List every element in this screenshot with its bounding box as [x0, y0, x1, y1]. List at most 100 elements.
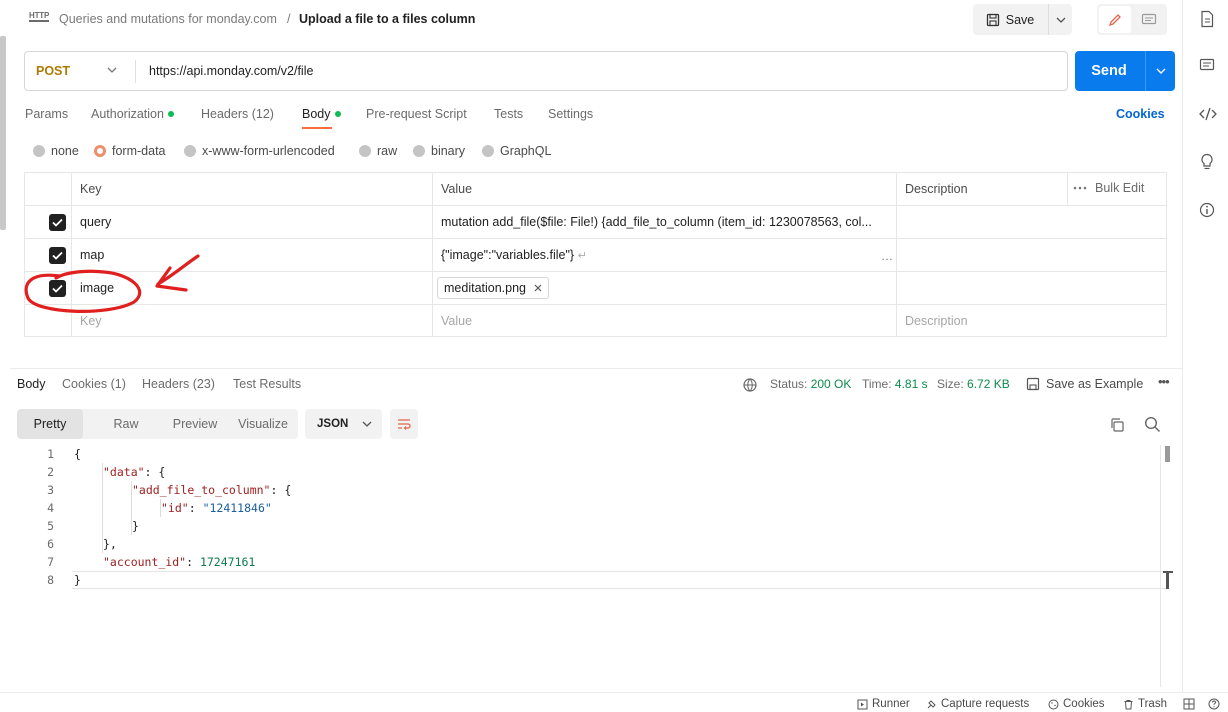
lightbulb-icon[interactable] — [1199, 153, 1215, 171]
closing-brace: } — [103, 537, 110, 551]
format-select[interactable]: JSON — [305, 409, 382, 439]
radio-graphql[interactable]: GraphQL — [482, 144, 551, 158]
response-tab-cookies[interactable]: Cookies (1) — [62, 377, 126, 391]
comments-button[interactable] — [1133, 6, 1165, 33]
help-button[interactable] — [1208, 698, 1220, 710]
comment-icon[interactable] — [1199, 58, 1215, 74]
radio-urlencoded[interactable]: x-www-form-urlencoded — [184, 144, 335, 158]
radio-binary[interactable]: binary — [413, 144, 465, 158]
send-button[interactable]: Send — [1075, 51, 1143, 91]
row-key[interactable]: image — [80, 281, 114, 295]
send-options-dropdown[interactable] — [1145, 51, 1175, 91]
documentation-icon[interactable] — [1199, 10, 1215, 28]
tab-headers[interactable]: Headers (12) — [201, 107, 274, 121]
column-header-description: Description — [905, 182, 968, 196]
column-header-value: Value — [441, 182, 473, 196]
tab-settings[interactable]: Settings — [548, 107, 593, 121]
breadcrumb-request-name[interactable]: Upload a file to a files column — [299, 12, 475, 26]
code-line: 7 "account_id": 17247161 — [0, 553, 1160, 571]
capture-requests-button[interactable]: Capture requests — [926, 698, 1029, 710]
view-pretty[interactable]: Pretty — [17, 409, 83, 439]
view-preview[interactable]: Preview — [157, 409, 233, 439]
tab-authorization[interactable]: Authorization — [91, 107, 174, 121]
scroll-position-marker[interactable] — [1165, 446, 1170, 462]
code-snippet-icon[interactable] — [1199, 107, 1217, 121]
response-size: Size: 6.72 KB — [937, 377, 1010, 391]
method-select[interactable]: POST — [36, 64, 70, 78]
json-key: "account_id" — [103, 555, 187, 569]
runner-icon — [857, 699, 868, 709]
format-label: JSON — [317, 418, 349, 430]
runner-button[interactable]: Runner — [857, 698, 910, 710]
cookie-icon — [1048, 699, 1059, 709]
cookies-link[interactable]: Cookies — [1116, 107, 1165, 121]
new-value-input[interactable]: Value — [441, 314, 472, 328]
line-number: 7 — [47, 555, 54, 569]
more-options-icon[interactable]: ••• — [1158, 374, 1170, 389]
edit-mode-button[interactable] — [1099, 6, 1131, 33]
response-tab-test-results[interactable]: Test Results — [233, 377, 301, 391]
json-key: "add_file_to_column" — [132, 483, 271, 497]
view-raw[interactable]: Raw — [93, 409, 159, 439]
view-visualize[interactable]: Visualize — [227, 409, 299, 439]
row-value[interactable]: mutation add_file($file: File!) {add_fil… — [441, 215, 893, 229]
tab-tests[interactable]: Tests — [494, 107, 523, 121]
save-as-example-button[interactable]: Save as Example — [1026, 377, 1143, 391]
url-divider — [135, 60, 136, 83]
tab-body[interactable]: Body — [302, 107, 341, 121]
row-key[interactable]: map — [80, 248, 104, 262]
sidebar-scrollbar[interactable] — [0, 36, 6, 230]
row-key[interactable]: query — [80, 215, 111, 229]
satellite-icon — [927, 699, 936, 708]
bulk-edit-button[interactable]: Bulk Edit — [1073, 181, 1144, 195]
row-value[interactable]: {"image":"variables.file"} ↵ — [441, 248, 587, 262]
code-text: "data": { — [103, 465, 166, 479]
close-icon[interactable] — [534, 284, 542, 292]
status-bar: Runner Capture requests Cookies Trash — [0, 692, 1228, 712]
new-key-input[interactable]: Key — [80, 314, 102, 328]
copy-icon[interactable] — [1109, 417, 1125, 433]
search-icon[interactable] — [1144, 416, 1161, 433]
radio-none[interactable]: none — [33, 144, 79, 158]
line-number: 4 — [47, 501, 54, 515]
radio-label: x-www-form-urlencoded — [202, 144, 335, 158]
save-options-dropdown[interactable] — [1048, 4, 1072, 35]
breadcrumb-collection[interactable]: Queries and mutations for monday.com — [59, 12, 277, 26]
tab-params[interactable]: Params — [25, 107, 68, 121]
globe-icon[interactable] — [742, 377, 758, 393]
row-enabled-checkbox[interactable] — [49, 280, 66, 297]
status-label: Status: — [770, 377, 808, 391]
response-tab-body[interactable]: Body — [17, 377, 46, 391]
code-scrollbar-track[interactable] — [1160, 445, 1161, 687]
save-button[interactable]: Save — [973, 4, 1047, 35]
section-divider — [10, 368, 1182, 369]
response-tab-headers[interactable]: Headers (23) — [142, 377, 215, 391]
radio-raw[interactable]: raw — [359, 144, 397, 158]
trash-button[interactable]: Trash — [1123, 698, 1167, 710]
check-icon — [52, 251, 63, 260]
info-icon[interactable] — [1199, 202, 1215, 218]
tab-body-label: Body — [302, 107, 331, 121]
layout-toggle-button[interactable] — [1183, 698, 1195, 710]
code-line: 3 "add_file_to_column": { — [0, 481, 1160, 499]
code-line: 2 "data": { — [0, 463, 1160, 481]
radio-indicator — [184, 145, 196, 157]
row-enabled-checkbox[interactable] — [49, 214, 66, 231]
radio-label: GraphQL — [500, 144, 552, 158]
pencil-icon — [1108, 13, 1121, 26]
table-row: map {"image":"variables.file"} ↵ … — [25, 239, 1166, 272]
code-text: }, — [103, 537, 117, 551]
radio-form-data[interactable]: form-data — [94, 144, 166, 158]
expand-value-icon[interactable]: … — [881, 249, 893, 263]
row-enabled-checkbox[interactable] — [49, 247, 66, 264]
new-description-input[interactable]: Description — [905, 314, 968, 328]
tab-pre-request-script[interactable]: Pre-request Script — [366, 107, 467, 121]
save-as-example-label: Save as Example — [1046, 377, 1144, 391]
wrap-lines-button[interactable] — [390, 409, 418, 439]
check-icon — [52, 218, 63, 227]
url-input[interactable]: https://api.monday.com/v2/file — [149, 64, 313, 78]
status-value: 200 OK — [810, 377, 852, 391]
method-dropdown[interactable] — [107, 65, 117, 76]
cookies-button[interactable]: Cookies — [1048, 698, 1105, 710]
chevron-down-icon — [362, 421, 372, 427]
